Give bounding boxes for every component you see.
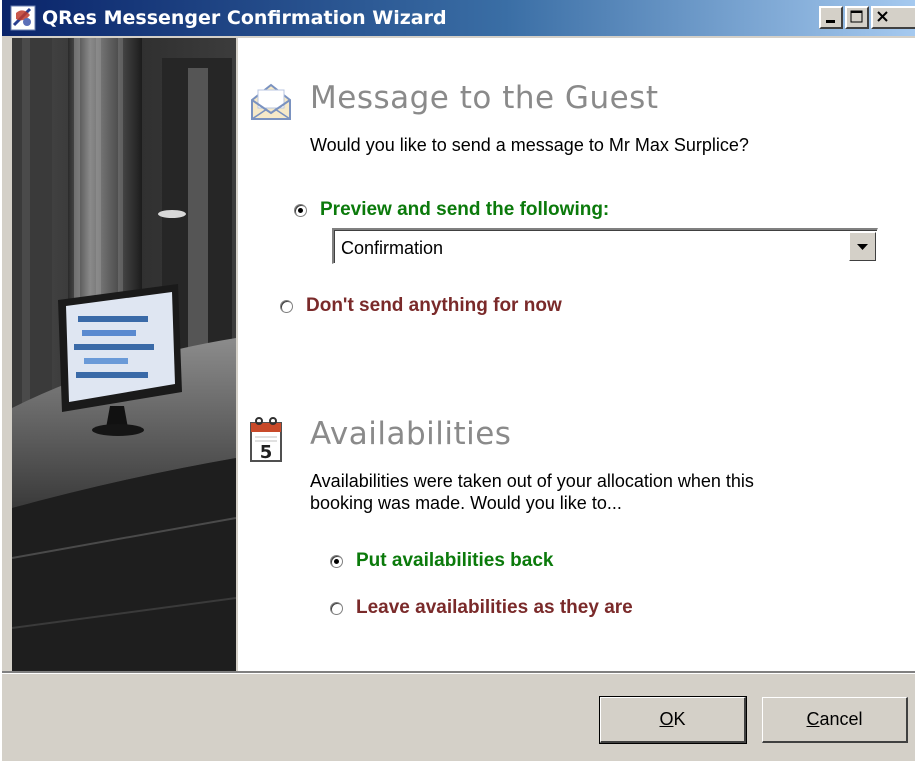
minimize-button[interactable]: [819, 6, 843, 29]
template-select[interactable]: Confirmation: [332, 228, 878, 264]
dont-send-label[interactable]: Don't send anything for now: [306, 295, 562, 317]
availabilities-description-line2: booking was made. Would you like to...: [310, 493, 622, 513]
dont-send-option[interactable]: Don't send anything for now: [280, 295, 562, 317]
qres-app-icon: [10, 5, 36, 31]
preview-send-radio[interactable]: [294, 203, 307, 217]
leave-as-is-radio[interactable]: [330, 601, 343, 615]
message-description: Would you like to send a message to Mr M…: [310, 135, 749, 155]
preview-send-option[interactable]: Preview and send the following:: [294, 199, 609, 221]
availabilities-description-line1: Availabilities were taken out of your al…: [310, 471, 754, 491]
ok-label: K: [673, 709, 686, 729]
dont-send-radio[interactable]: [280, 299, 293, 313]
maximize-icon: [850, 10, 863, 23]
template-select-value: Confirmation: [341, 238, 444, 258]
calendar-day: 5: [260, 442, 273, 463]
maximize-button[interactable]: [845, 6, 869, 29]
chevron-down-icon: [857, 244, 868, 250]
lobby-illustration: [12, 38, 236, 672]
availabilities-heading: Availabilities: [310, 416, 512, 452]
ok-mnemonic: O: [659, 709, 674, 729]
close-icon: [877, 11, 888, 22]
title-bar[interactable]: QRes Messenger Confirmation Wizard: [2, 0, 915, 36]
cancel-button[interactable]: Cancel: [762, 697, 908, 743]
calendar-icon: 5: [250, 417, 282, 463]
put-back-option[interactable]: Put availabilities back: [330, 550, 553, 572]
leave-as-is-label[interactable]: Leave availabilities as they are: [356, 597, 633, 619]
cancel-label: ancel: [819, 709, 863, 729]
leave-as-is-option[interactable]: Leave availabilities as they are: [330, 597, 633, 619]
preview-send-label[interactable]: Preview and send the following:: [320, 199, 609, 221]
put-back-label[interactable]: Put availabilities back: [356, 550, 553, 572]
envelope-icon: [251, 83, 291, 120]
window-title: QRes Messenger Confirmation Wizard: [42, 7, 447, 29]
dropdown-button[interactable]: [849, 232, 876, 261]
footer-divider: [2, 671, 915, 674]
ok-button[interactable]: OK: [599, 696, 747, 744]
message-heading: Message to the Guest: [310, 80, 659, 116]
wizard-window: QRes Messenger Confirmation Wizard Messa…: [0, 0, 915, 761]
close-button[interactable]: [871, 6, 915, 29]
cancel-mnemonic: C: [806, 709, 820, 729]
put-back-radio[interactable]: [330, 554, 343, 568]
minimize-icon: [826, 20, 835, 23]
